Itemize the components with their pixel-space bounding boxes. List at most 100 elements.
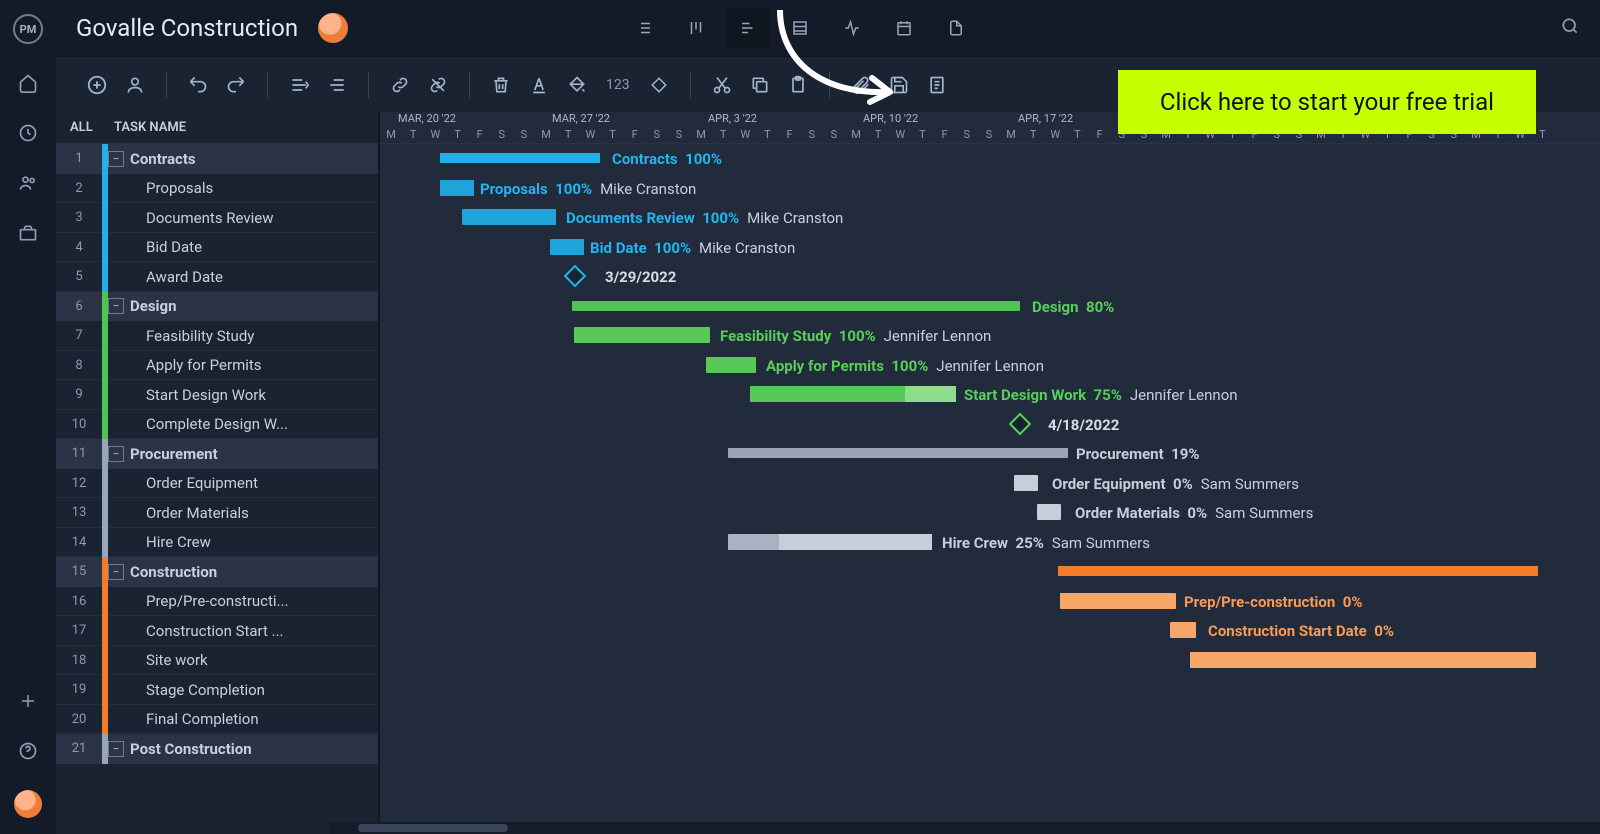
- sheet-view-icon[interactable]: [778, 8, 822, 48]
- header-all[interactable]: ALL: [70, 120, 114, 135]
- cta-banner[interactable]: Click here to start your free trial: [1118, 70, 1536, 134]
- gantt-bar[interactable]: [572, 301, 1020, 311]
- gantt-row[interactable]: Hire Crew 25%Sam Summers: [380, 528, 1600, 558]
- home-icon[interactable]: [17, 72, 39, 94]
- gantt-row[interactable]: [380, 675, 1600, 705]
- unlink-icon[interactable]: [421, 68, 455, 102]
- task-row[interactable]: 4Bid Date: [56, 233, 378, 263]
- header-task-name[interactable]: TASK NAME: [114, 120, 186, 135]
- task-row[interactable]: 13Order Materials: [56, 498, 378, 528]
- user-avatar[interactable]: [14, 790, 42, 818]
- redo-icon[interactable]: [219, 68, 253, 102]
- indent-icon[interactable]: [320, 68, 354, 102]
- gantt-row[interactable]: Order Materials 0%Sam Summers: [380, 498, 1600, 528]
- gantt-row[interactable]: Construction Start Date 0%: [380, 616, 1600, 646]
- task-row[interactable]: 8Apply for Permits: [56, 351, 378, 381]
- gantt-bar[interactable]: [1060, 593, 1176, 609]
- gantt-bar[interactable]: [1014, 475, 1038, 491]
- save-icon[interactable]: [882, 68, 916, 102]
- gantt-bar[interactable]: [440, 180, 474, 196]
- gantt-bar[interactable]: [728, 534, 932, 550]
- briefcase-icon[interactable]: [17, 222, 39, 244]
- pm-logo[interactable]: PM: [13, 14, 43, 44]
- task-row[interactable]: 6−Design: [56, 292, 378, 322]
- task-row[interactable]: 17Construction Start ...: [56, 616, 378, 646]
- gantt-row[interactable]: Proposals 100%Mike Cranston: [380, 174, 1600, 204]
- gantt-row[interactable]: Procurement 19%: [380, 439, 1600, 469]
- gantt-bar[interactable]: [440, 153, 600, 163]
- calendar-view-icon[interactable]: [882, 8, 926, 48]
- recent-icon[interactable]: [17, 122, 39, 144]
- project-avatar[interactable]: [318, 13, 348, 43]
- gantt-row[interactable]: [380, 705, 1600, 735]
- gantt-bar[interactable]: [1037, 504, 1061, 520]
- milestone-icon[interactable]: [564, 265, 587, 288]
- gantt-row[interactable]: [380, 557, 1600, 587]
- gantt-bar[interactable]: [1170, 622, 1196, 638]
- add-task-icon[interactable]: [80, 68, 114, 102]
- board-view-icon[interactable]: [674, 8, 718, 48]
- gantt-bar[interactable]: [728, 448, 1068, 458]
- gantt-bar[interactable]: [750, 386, 956, 402]
- add-icon[interactable]: [17, 690, 39, 712]
- task-row[interactable]: 20Final Completion: [56, 705, 378, 735]
- task-row[interactable]: 15−Construction: [56, 557, 378, 587]
- gantt-bar[interactable]: [574, 327, 710, 343]
- task-row[interactable]: 14Hire Crew: [56, 528, 378, 558]
- attach-icon[interactable]: [844, 68, 878, 102]
- outdent-icon[interactable]: [282, 68, 316, 102]
- undo-icon[interactable]: [181, 68, 215, 102]
- fill-icon[interactable]: [560, 68, 594, 102]
- gantt-row[interactable]: Documents Review 100%Mike Cranston: [380, 203, 1600, 233]
- gantt-row[interactable]: 3/29/2022: [380, 262, 1600, 292]
- team-icon[interactable]: [17, 172, 39, 194]
- task-row[interactable]: 2Proposals: [56, 174, 378, 204]
- gantt-view-icon[interactable]: [726, 8, 770, 48]
- delete-icon[interactable]: [484, 68, 518, 102]
- collapse-icon[interactable]: −: [108, 298, 124, 314]
- task-row[interactable]: 18Site work: [56, 646, 378, 676]
- paste-icon[interactable]: [781, 68, 815, 102]
- collapse-icon[interactable]: −: [108, 446, 124, 462]
- copy-icon[interactable]: [743, 68, 777, 102]
- cut-icon[interactable]: [705, 68, 739, 102]
- task-row[interactable]: 9Start Design Work: [56, 380, 378, 410]
- gantt-bar[interactable]: [706, 357, 756, 373]
- task-row[interactable]: 19Stage Completion: [56, 675, 378, 705]
- gantt-chart[interactable]: MAR, 20 '22MAR, 27 '22APR, 3 '22APR, 10 …: [380, 112, 1600, 834]
- task-row[interactable]: 21−Post Construction: [56, 734, 378, 764]
- gantt-row[interactable]: Design 80%: [380, 292, 1600, 322]
- milestone-icon[interactable]: [1009, 412, 1032, 435]
- collapse-icon[interactable]: −: [108, 151, 124, 167]
- assign-icon[interactable]: [118, 68, 152, 102]
- gantt-bar[interactable]: [1190, 652, 1536, 668]
- scrollbar-thumb[interactable]: [358, 824, 508, 832]
- gantt-row[interactable]: Feasibility Study 100%Jennifer Lennon: [380, 321, 1600, 351]
- percent-label[interactable]: 123: [598, 68, 638, 102]
- gantt-row[interactable]: Order Equipment 0%Sam Summers: [380, 469, 1600, 499]
- task-row[interactable]: 11−Procurement: [56, 439, 378, 469]
- collapse-icon[interactable]: −: [108, 741, 124, 757]
- gantt-row[interactable]: 4/18/2022: [380, 410, 1600, 440]
- link-icon[interactable]: [383, 68, 417, 102]
- task-row[interactable]: 16Prep/Pre-constructi...: [56, 587, 378, 617]
- task-row[interactable]: 12Order Equipment: [56, 469, 378, 499]
- task-row[interactable]: 3Documents Review: [56, 203, 378, 233]
- gantt-row[interactable]: Bid Date 100%Mike Cranston: [380, 233, 1600, 263]
- note-icon[interactable]: [920, 68, 954, 102]
- search-icon[interactable]: [1560, 16, 1580, 40]
- gantt-row[interactable]: Start Design Work 75%Jennifer Lennon: [380, 380, 1600, 410]
- activity-view-icon[interactable]: [830, 8, 874, 48]
- collapse-icon[interactable]: −: [108, 564, 124, 580]
- gantt-row[interactable]: Contracts 100%: [380, 144, 1600, 174]
- gantt-bar[interactable]: [1058, 566, 1538, 576]
- gantt-row[interactable]: [380, 734, 1600, 764]
- milestone-icon[interactable]: [642, 68, 676, 102]
- gantt-row[interactable]: Prep/Pre-construction 0%: [380, 587, 1600, 617]
- task-row[interactable]: 7Feasibility Study: [56, 321, 378, 351]
- text-style-icon[interactable]: [522, 68, 556, 102]
- task-row[interactable]: 10Complete Design W...: [56, 410, 378, 440]
- files-view-icon[interactable]: [934, 8, 978, 48]
- task-row[interactable]: 1−Contracts: [56, 144, 378, 174]
- gantt-row[interactable]: [380, 646, 1600, 676]
